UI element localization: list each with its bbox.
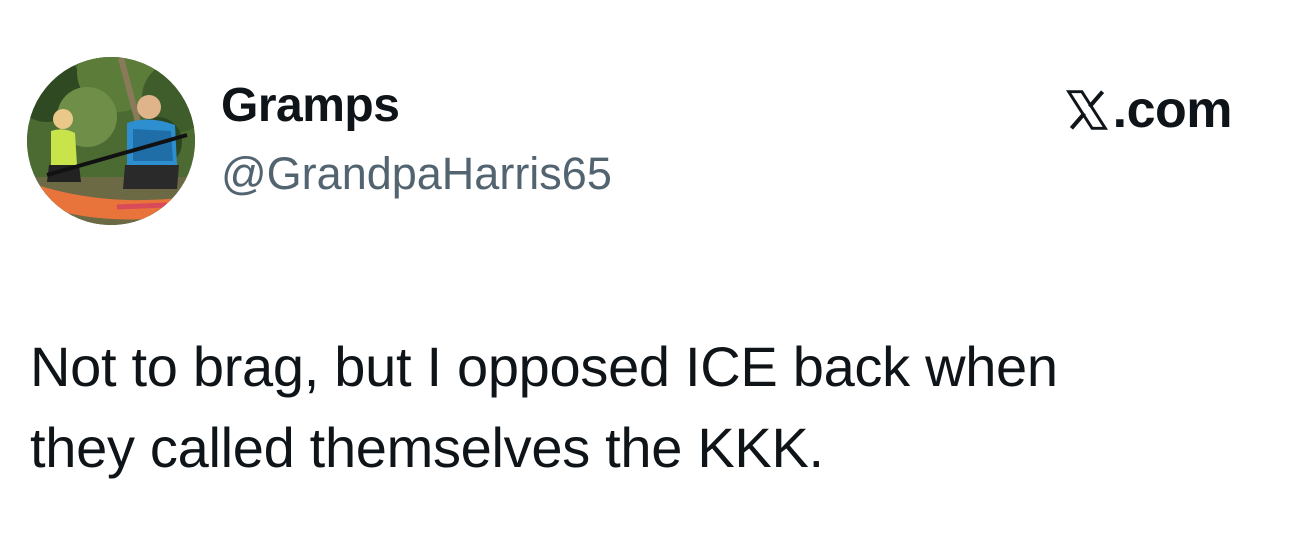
tweet-card: Gramps @GrandpaHarris65 .com Not to brag… (0, 0, 1290, 558)
brand-domain: .com (1112, 81, 1233, 139)
brand-watermark: .com (1065, 80, 1233, 140)
user-handle[interactable]: @GrandpaHarris65 (221, 146, 612, 202)
tweet-text-line: they called themselves the KKK. (30, 416, 824, 479)
x-logo-icon (1065, 88, 1109, 132)
display-name[interactable]: Gramps (221, 78, 400, 134)
tweet-text: Not to brag, but I opposed ICE back when… (30, 326, 1250, 488)
avatar[interactable] (27, 57, 195, 225)
tweet-text-line: Not to brag, but I opposed ICE back when (30, 335, 1058, 398)
avatar-photo (27, 57, 195, 225)
